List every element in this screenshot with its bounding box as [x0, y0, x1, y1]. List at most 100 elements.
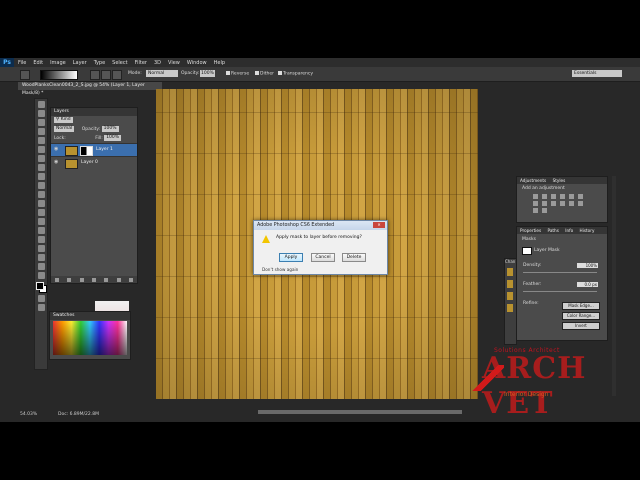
- opacity-input[interactable]: 100%: [200, 70, 215, 77]
- gradient-picker[interactable]: [40, 70, 78, 80]
- layer-fill-input[interactable]: 100%: [104, 134, 122, 141]
- photo-filter-icon[interactable]: [551, 201, 556, 206]
- levels-icon[interactable]: [542, 194, 547, 199]
- cancel-button[interactable]: Cancel: [311, 253, 335, 262]
- trash-icon[interactable]: [128, 277, 133, 282]
- menu-layer[interactable]: Layer: [73, 60, 87, 66]
- path-select-tool-icon[interactable]: [37, 245, 45, 252]
- menu-image[interactable]: Image: [50, 60, 66, 66]
- angle-gradient-icon[interactable]: [112, 70, 122, 80]
- density-slider[interactable]: [523, 272, 597, 273]
- type-tool-icon[interactable]: [37, 236, 45, 243]
- zoom-tool-icon[interactable]: [37, 272, 45, 279]
- healing-tool-icon[interactable]: [37, 155, 45, 162]
- dither-checkbox[interactable]: Dither: [255, 71, 274, 77]
- dont-show-again-checkbox[interactable]: Don't show again: [262, 267, 298, 272]
- new-layer-icon[interactable]: [116, 277, 121, 282]
- feather-input[interactable]: 0.0 px: [577, 282, 598, 287]
- lasso-tool-icon[interactable]: [37, 119, 45, 126]
- quick-select-tool-icon[interactable]: [37, 128, 45, 135]
- move-tool-icon[interactable]: [37, 101, 45, 108]
- invert-button[interactable]: Invert: [562, 322, 600, 330]
- visibility-eye-icon[interactable]: ◉: [54, 160, 59, 165]
- marquee-tool-icon[interactable]: [37, 110, 45, 117]
- density-input[interactable]: 100%: [577, 263, 598, 268]
- menu-filter[interactable]: Filter: [135, 60, 147, 66]
- document-tab[interactable]: WoodPlanksClean0043_2_S.jpg @ 54% (Layer…: [18, 82, 162, 96]
- blur-tool-icon[interactable]: [37, 209, 45, 216]
- menu-select[interactable]: Select: [112, 60, 127, 66]
- foreground-background-colors[interactable]: [36, 282, 47, 293]
- brush-tool-icon[interactable]: [37, 164, 45, 171]
- menu-3d[interactable]: 3D: [154, 60, 161, 66]
- black-white-icon[interactable]: [542, 201, 547, 206]
- channel-thumbnail[interactable]: [507, 280, 513, 288]
- screen-mode-icon[interactable]: [37, 304, 45, 311]
- channel-thumbnail[interactable]: [507, 268, 513, 276]
- quick-mask-icon[interactable]: [37, 295, 45, 302]
- tab-paths[interactable]: Paths: [548, 228, 559, 233]
- shape-tool-icon[interactable]: [37, 254, 45, 261]
- layer-mask-thumbnail[interactable]: [80, 146, 93, 156]
- transparency-checkbox[interactable]: Transparency: [278, 71, 313, 77]
- curves-icon[interactable]: [551, 194, 556, 199]
- mode-select[interactable]: Normal: [146, 70, 178, 77]
- tab-info[interactable]: Info: [565, 228, 573, 233]
- eyedropper-tool-icon[interactable]: [37, 146, 45, 153]
- hue-saturation-icon[interactable]: [578, 194, 583, 199]
- menu-view[interactable]: View: [168, 60, 180, 66]
- channel-thumbnail[interactable]: [507, 292, 513, 300]
- swatches-panel-title[interactable]: Swatches: [50, 312, 130, 320]
- color-balance-icon[interactable]: [533, 201, 538, 206]
- feather-slider[interactable]: [523, 291, 597, 292]
- invert-icon[interactable]: [569, 201, 574, 206]
- tab-adjustments[interactable]: Adjustments: [520, 178, 546, 183]
- new-adjustment-icon[interactable]: [91, 277, 96, 282]
- menu-window[interactable]: Window: [187, 60, 207, 66]
- vibrance-icon[interactable]: [569, 194, 574, 199]
- crop-tool-icon[interactable]: [37, 137, 45, 144]
- menu-edit[interactable]: Edit: [33, 60, 43, 66]
- tab-history[interactable]: History: [580, 228, 595, 233]
- horizontal-scrollbar[interactable]: [258, 410, 462, 414]
- layer-opacity-input[interactable]: 100%: [101, 125, 119, 132]
- layer-row-layer-1[interactable]: ◉ Layer 1: [51, 143, 137, 156]
- tab-properties[interactable]: Properties: [520, 228, 541, 233]
- apply-button[interactable]: Apply: [279, 253, 303, 262]
- menu-file[interactable]: File: [18, 60, 26, 66]
- foreground-color-swatch[interactable]: [36, 282, 44, 290]
- tab-styles[interactable]: Styles: [553, 178, 566, 183]
- layer-row-layer-0[interactable]: ◉ Layer 0: [51, 156, 137, 169]
- reverse-checkbox[interactable]: Reverse: [226, 71, 249, 77]
- pen-tool-icon[interactable]: [37, 227, 45, 234]
- gradient-tool-icon[interactable]: [20, 70, 30, 80]
- zoom-level[interactable]: 54.03%: [20, 412, 37, 417]
- linear-gradient-icon[interactable]: [90, 70, 100, 80]
- channel-thumbnail[interactable]: [507, 304, 513, 312]
- radial-gradient-icon[interactable]: [101, 70, 111, 80]
- channel-mixer-icon[interactable]: [560, 201, 565, 206]
- hand-tool-icon[interactable]: [37, 263, 45, 270]
- exposure-icon[interactable]: [560, 194, 565, 199]
- kind-filter-select[interactable]: ⚲ Kind: [54, 116, 73, 123]
- delete-button[interactable]: Delete: [342, 253, 366, 262]
- threshold-icon[interactable]: [533, 208, 538, 213]
- gradient-map-icon[interactable]: [542, 208, 547, 213]
- history-brush-tool-icon[interactable]: [37, 182, 45, 189]
- swatch-grid[interactable]: [53, 321, 127, 355]
- menu-help[interactable]: Help: [214, 60, 225, 66]
- visibility-eye-icon[interactable]: ◉: [54, 147, 59, 152]
- workspace-select[interactable]: Essentials: [572, 70, 622, 77]
- mask-edge-button[interactable]: Mask Edge...: [562, 302, 600, 310]
- layer-style-icon[interactable]: [67, 277, 72, 282]
- brightness-icon[interactable]: [533, 194, 538, 199]
- layers-panel-title[interactable]: Layers: [51, 108, 137, 116]
- new-group-icon[interactable]: [104, 277, 109, 282]
- gradient-tool-icon[interactable]: [37, 200, 45, 207]
- panel-scrollbar[interactable]: [612, 176, 616, 396]
- add-mask-icon[interactable]: [79, 277, 84, 282]
- link-layers-icon[interactable]: [55, 277, 60, 282]
- posterize-icon[interactable]: [578, 201, 583, 206]
- color-range-button[interactable]: Color Range...: [562, 312, 600, 320]
- eraser-tool-icon[interactable]: [37, 191, 45, 198]
